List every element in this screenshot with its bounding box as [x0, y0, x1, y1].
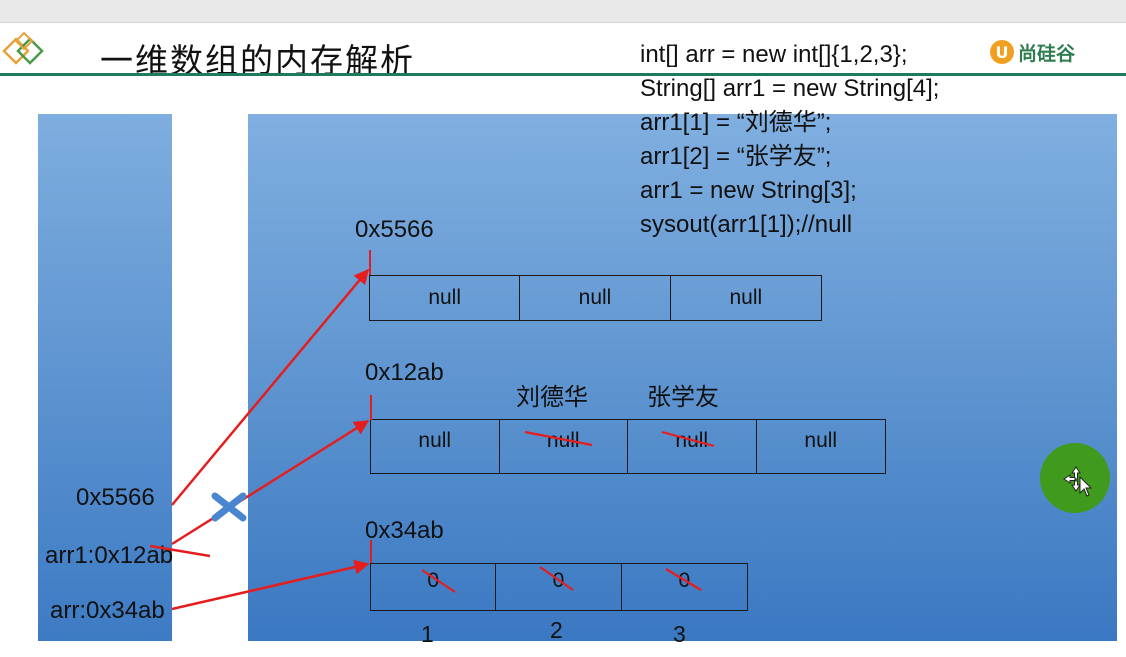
heap-address-0x12ab: 0x12ab: [365, 359, 444, 386]
heap-address-0x5566: 0x5566: [355, 216, 434, 243]
move-cursor-icon: [1063, 466, 1093, 497]
heap-array-arr: 0 0 0: [370, 563, 748, 611]
array-cell: 0: [678, 569, 691, 592]
array-cell: 0: [371, 564, 497, 610]
code-line: arr1 = new String[3];: [640, 177, 857, 204]
stack-var-arr1: arr1:0x12ab: [45, 542, 174, 569]
heap-array-new: null null null: [369, 275, 822, 321]
array-cell: null: [628, 420, 757, 473]
cross-mark-icon: [211, 492, 247, 522]
array-cell: null: [729, 286, 763, 309]
code-block: int[] arr = new int[]{1,2,3}; String[] a…: [640, 38, 939, 242]
heap-array-arr1: null null null null: [370, 419, 886, 474]
code-line: arr1[2] = “张学友”;: [640, 143, 832, 170]
move-cursor-button[interactable]: [1040, 443, 1110, 513]
stack-var-arr: arr:0x34ab: [50, 597, 165, 624]
array-cell: null: [371, 420, 500, 473]
brand-logo: U 尚硅谷: [990, 36, 1075, 68]
index-label: 3: [673, 621, 686, 647]
array-cell: null: [370, 276, 521, 320]
code-line: int[] arr = new int[]{1,2,3};: [640, 41, 908, 68]
array-cell: null: [500, 420, 628, 473]
window-top-bar: [0, 0, 1126, 23]
array-cell: null: [804, 428, 838, 452]
index-label: 2: [550, 617, 563, 643]
code-line: sysout(arr1[1]);//null: [640, 211, 853, 238]
index-label: 1: [421, 621, 434, 647]
label-liudehua: 刘德华: [516, 383, 588, 411]
brand-name: 尚硅谷: [1018, 42, 1076, 65]
diamond-logo-icon: [2, 31, 44, 65]
array-cell: 0: [496, 564, 622, 610]
heap-address-0x34ab: 0x34ab: [365, 517, 444, 544]
label-zhangxueyou: 张学友: [647, 383, 719, 411]
code-line: arr1[1] = “刘德华”;: [640, 109, 832, 136]
array-cell: null: [520, 276, 671, 320]
stack-var-new-address: 0x5566: [76, 484, 155, 511]
title-underline: [0, 73, 1126, 76]
code-line: String[] arr1 = new String[4];: [640, 75, 940, 102]
brand-mark-icon: U: [990, 40, 1014, 64]
